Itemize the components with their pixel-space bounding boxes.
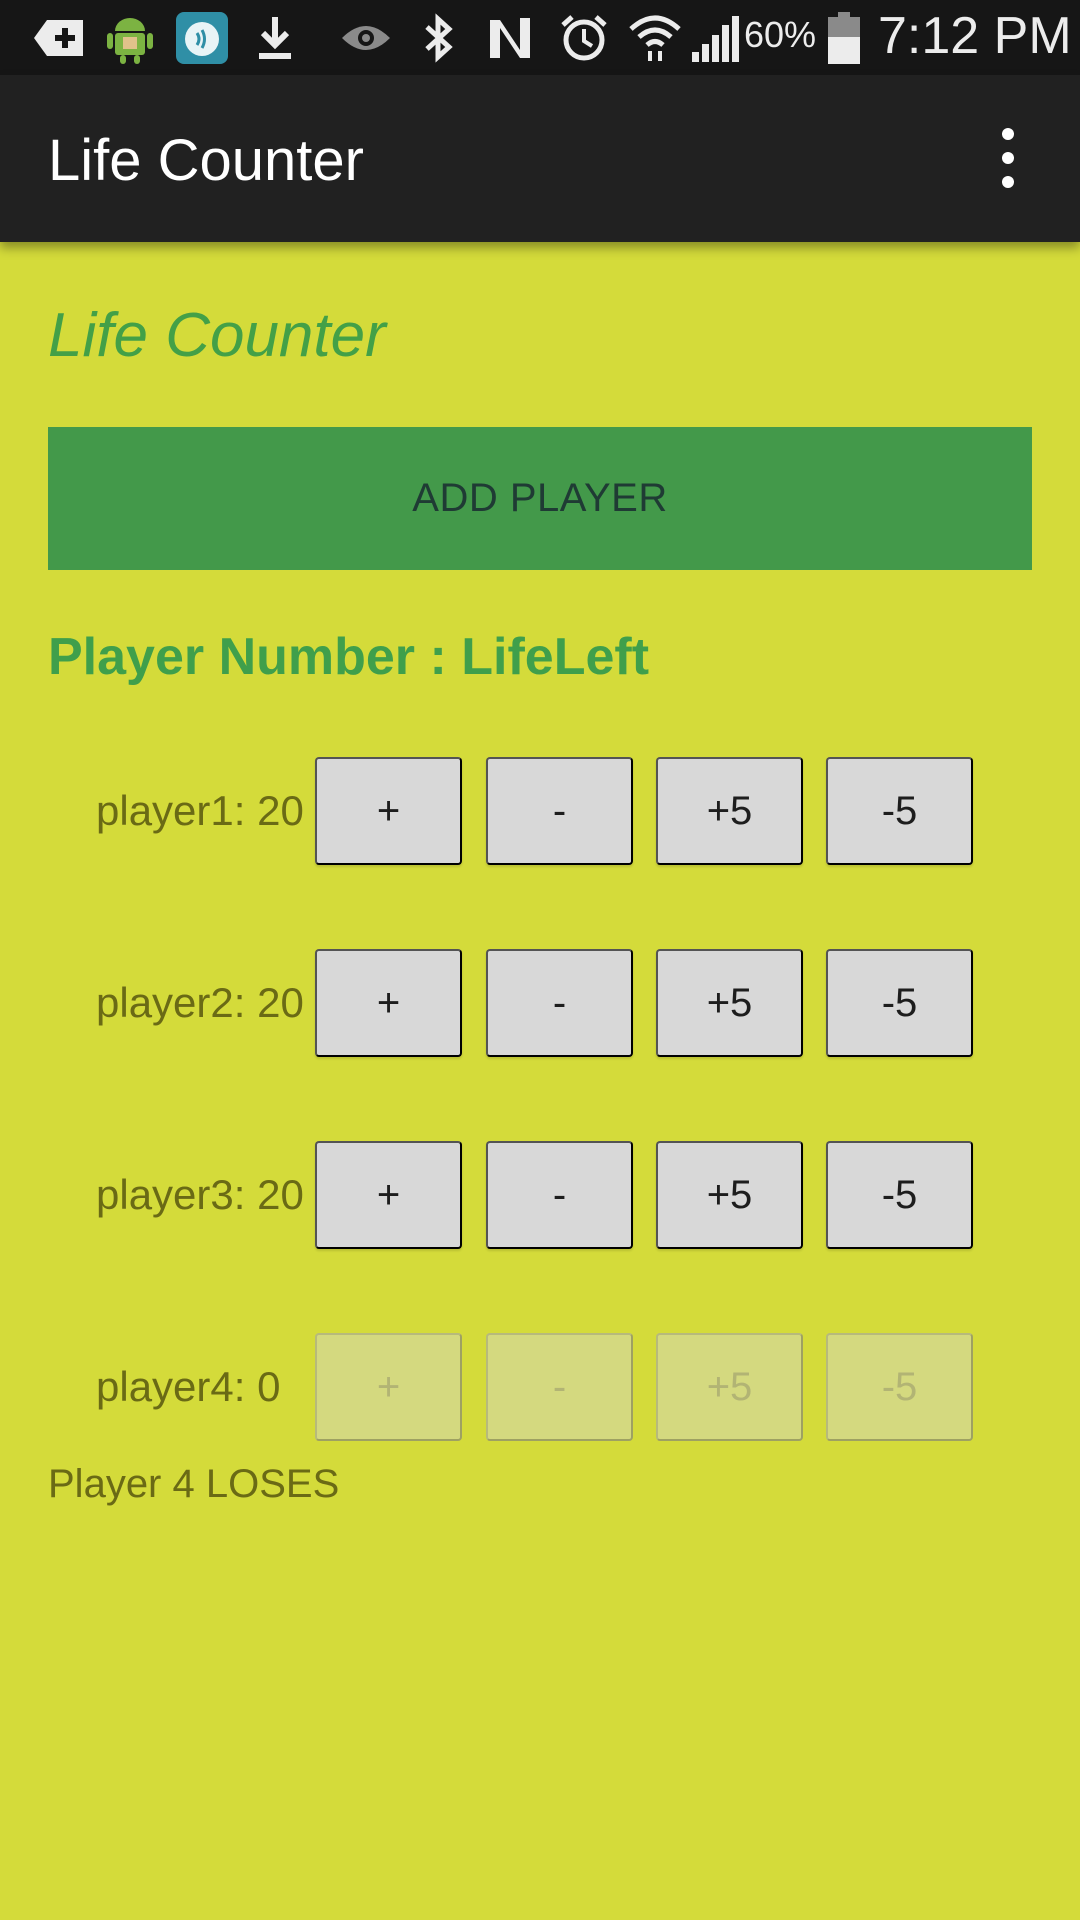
page-heading: Life Counter: [48, 301, 386, 370]
player-row: player3: 20 + - +5 -5: [0, 1141, 1080, 1249]
player-row: player4: 0 + - +5 -5: [0, 1333, 1080, 1441]
minus-one-button[interactable]: -: [486, 1141, 633, 1249]
plus-five-button[interactable]: +5: [656, 949, 803, 1057]
add-player-button[interactable]: ADD PLAYER: [48, 427, 1032, 570]
plus-one-button: +: [315, 1333, 462, 1441]
battery-percent: 60%: [744, 14, 817, 55]
nfc-icon: [484, 8, 536, 68]
battery-icon: [824, 8, 864, 68]
status-bar: 60% 7:12 PM: [0, 0, 1080, 75]
app-title: Life Counter: [48, 128, 364, 193]
overflow-menu-icon[interactable]: [990, 128, 1026, 188]
plus-box-icon: [30, 8, 88, 68]
minus-five-button[interactable]: -5: [826, 757, 973, 865]
eye-icon: [338, 8, 394, 68]
wifi-icon: [626, 8, 684, 68]
minus-one-button: -: [486, 1333, 633, 1441]
plus-one-button[interactable]: +: [315, 1141, 462, 1249]
android-icon: [102, 8, 158, 68]
plus-five-button[interactable]: +5: [656, 757, 803, 865]
signal-icon: [688, 8, 742, 68]
player-row: player1: 20 + - +5 -5: [0, 757, 1080, 865]
alarm-icon: [558, 8, 610, 68]
alarm-app-icon: [174, 8, 230, 68]
bluetooth-icon: [418, 8, 460, 68]
player-life-label: player4: 0: [96, 1363, 281, 1410]
plus-one-button[interactable]: +: [315, 949, 462, 1057]
minus-five-button[interactable]: -5: [826, 949, 973, 1057]
download-icon: [250, 8, 300, 68]
minus-one-button[interactable]: -: [486, 757, 633, 865]
minus-five-button: -5: [826, 1333, 973, 1441]
game-result-text: Player 4 LOSES: [48, 1462, 340, 1506]
player-row: player2: 20 + - +5 -5: [0, 949, 1080, 1057]
status-clock: 7:12 PM: [878, 7, 1072, 65]
player-list-header: Player Number : LifeLeft: [48, 628, 650, 686]
action-bar: Life Counter: [0, 75, 1080, 242]
player-life-label: player3: 20: [96, 1171, 304, 1218]
plus-one-button[interactable]: +: [315, 757, 462, 865]
minus-five-button[interactable]: -5: [826, 1141, 973, 1249]
player-life-label: player2: 20: [96, 979, 304, 1026]
minus-one-button[interactable]: -: [486, 949, 633, 1057]
plus-five-button[interactable]: +5: [656, 1141, 803, 1249]
plus-five-button: +5: [656, 1333, 803, 1441]
player-life-label: player1: 20: [96, 787, 304, 834]
